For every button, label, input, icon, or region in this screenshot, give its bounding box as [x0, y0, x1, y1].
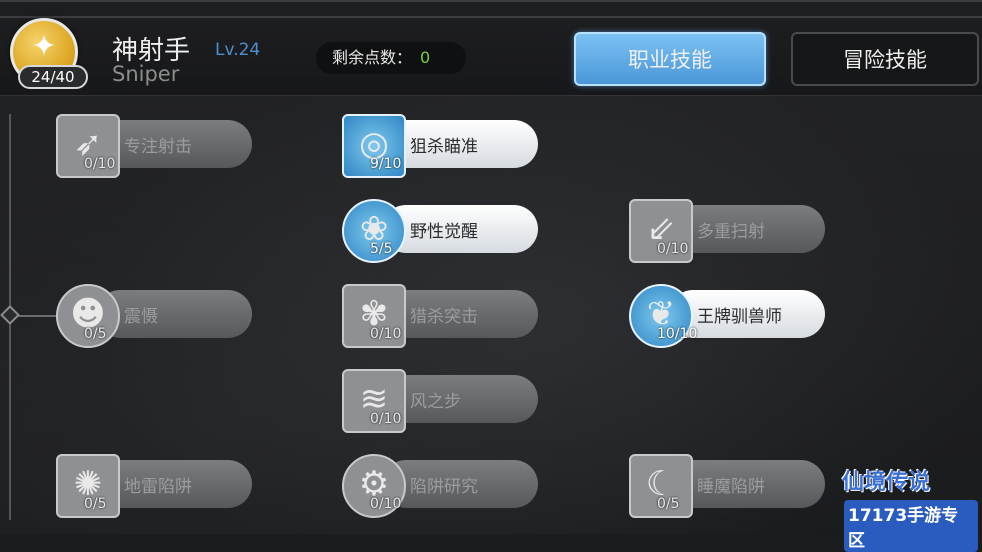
skill-count: 0/5 [84, 496, 107, 512]
remaining-points: 剩余点数： 0 [316, 42, 466, 74]
skill-label: 睡魔陷阱 [697, 477, 765, 497]
skill-count: 10/10 [657, 326, 698, 342]
skill-label: 风之步 [410, 392, 461, 412]
skill-count: 0/5 [657, 496, 680, 512]
skill-label: 王牌驯兽师 [697, 307, 782, 327]
skill-multi-strafe[interactable]: ⇙ 多重扫射 0/10 [629, 199, 829, 263]
skill-label: 多重扫射 [697, 222, 765, 242]
skill-count: 0/10 [84, 156, 116, 172]
skill-label: 震慑 [124, 307, 158, 327]
tab-job-skills[interactable]: 职业技能 [574, 32, 766, 86]
tab-adventure-skills[interactable]: 冒险技能 [791, 32, 979, 86]
class-level: Lv.24 [215, 40, 261, 60]
skill-label: 野性觉醒 [410, 222, 478, 242]
skill-mine-trap[interactable]: ✺ 地雷陷阱 0/5 [56, 454, 256, 518]
skill-label: 狙杀瞄准 [410, 137, 478, 157]
skill-count: 0/5 [84, 326, 107, 342]
skill-points-badge: 24/40 [18, 65, 88, 89]
skill-trap-research[interactable]: ⚙ 陷阱研究 0/10 [342, 454, 542, 518]
skill-ace-beast-tamer[interactable]: ❦ 王牌驯兽师 10/10 [629, 284, 829, 348]
skill-label: 猎杀突击 [410, 307, 478, 327]
remaining-label: 剩余点数： [332, 48, 413, 67]
skill-count: 0/10 [370, 326, 402, 342]
watermark-title: 仙境传说 [842, 470, 931, 495]
skill-count: 5/5 [370, 241, 393, 257]
skill-intimidate[interactable]: ☻ 震慑 0/5 [56, 284, 256, 348]
skill-count: 9/10 [370, 156, 402, 172]
divider [0, 16, 982, 18]
skill-count: 0/10 [657, 241, 689, 257]
skill-wind-step[interactable]: ≋ 风之步 0/10 [342, 369, 542, 433]
header-bar: ✦ 24/40 神射手 Lv.24 Sniper 剩余点数： 0 职业技能 冒险技… [0, 0, 982, 96]
remaining-value: 0 [420, 48, 431, 67]
skill-count: 0/10 [370, 496, 402, 512]
watermark-logo: 仙境传说 17173手游专区 [836, 460, 978, 552]
skill-hunt-strike[interactable]: ✾ 猎杀突击 0/10 [342, 284, 542, 348]
class-name-en: Sniper [112, 62, 180, 86]
skill-label: 专注射击 [124, 137, 192, 157]
skill-sleep-trap[interactable]: ☾ 睡魔陷阱 0/5 [629, 454, 829, 518]
skill-focus-shot[interactable]: ➶ 专注射击 0/10 [56, 114, 256, 178]
skill-label: 陷阱研究 [410, 477, 478, 497]
skill-wild-awakening[interactable]: ❀ 野性觉醒 5/5 [342, 199, 542, 263]
skill-count: 0/10 [370, 411, 402, 427]
skill-snipe-aim[interactable]: ◎ 狙杀瞄准 9/10 [342, 114, 542, 178]
watermark-subtitle: 17173手游专区 [844, 500, 978, 552]
skill-label: 地雷陷阱 [124, 477, 192, 497]
